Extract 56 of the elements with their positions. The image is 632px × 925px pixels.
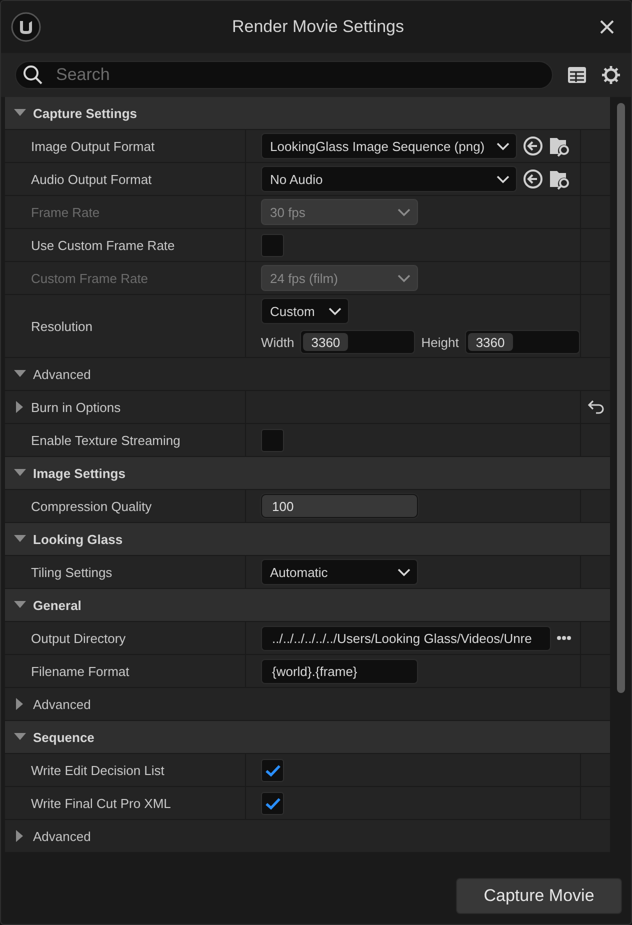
group-label[interactable]: Advanced: [33, 366, 91, 382]
group-label[interactable]: Advanced: [33, 828, 91, 844]
chevron-down-icon: [397, 274, 411, 282]
dropdown[interactable]: Automatic: [261, 559, 418, 585]
chevron-down-icon: [397, 568, 411, 576]
property-label: Burn in Options: [31, 400, 121, 414]
dropdown[interactable]: LookingGlass Image Sequence (png): [261, 133, 517, 159]
property-label: Use Custom Frame Rate: [31, 238, 175, 252]
group-label[interactable]: Advanced: [33, 696, 91, 712]
category-title[interactable]: Sequence: [33, 730, 94, 744]
search-field[interactable]: Search: [15, 61, 553, 89]
folder-search-icon[interactable]: [549, 135, 571, 157]
property-label: Output Directory: [31, 630, 126, 646]
checkbox[interactable]: [261, 792, 284, 814]
logo-icon: [11, 12, 41, 42]
width-label: Width: [261, 334, 294, 350]
category-title[interactable]: Capture Settings: [33, 106, 138, 120]
undo-arrow-icon[interactable]: [588, 400, 604, 414]
property-label: Write Final Cut Pro XML: [31, 796, 171, 810]
checkbox[interactable]: [261, 758, 284, 782]
property-label: Enable Texture Streaming: [31, 432, 180, 448]
scrollbar-thumb[interactable]: [616, 103, 624, 693]
checkmark-icon: [264, 796, 280, 810]
property-label: Frame Rate: [31, 204, 100, 220]
checkmark-icon: [264, 764, 280, 776]
dropdown[interactable]: No Audio: [261, 166, 517, 192]
property-label: Filename Format: [31, 664, 130, 678]
dropdown[interactable]: Custom: [261, 298, 349, 324]
path-field[interactable]: ../../../../../../Users/Looking Glass/Videos/Unre: [261, 626, 551, 650]
property-label: Custom Frame Rate: [31, 270, 148, 286]
category-title[interactable]: Looking Glass: [33, 532, 123, 546]
height-field[interactable]: 3360: [464, 330, 580, 354]
more-icon[interactable]: [556, 635, 572, 641]
window-title: Render Movie Settings: [231, 17, 405, 37]
height-label: Height: [421, 334, 459, 350]
settings-icon[interactable]: [601, 65, 621, 85]
folder-search-icon[interactable]: [549, 168, 571, 190]
category-title[interactable]: Image Settings: [33, 466, 126, 480]
capture-movie-button[interactable]: Capture Movie: [456, 878, 622, 914]
chevron-down-icon: [496, 142, 510, 150]
property-label: Image Output Format: [31, 138, 155, 154]
table-view-icon[interactable]: [567, 66, 587, 84]
property-label: Resolution: [31, 318, 92, 334]
category-title[interactable]: General: [33, 598, 82, 612]
chevron-down-icon: [496, 174, 510, 184]
property-label: Write Edit Decision List: [31, 762, 164, 778]
text-field[interactable]: {world}.{frame}: [261, 658, 418, 684]
property-label: Audio Output Format: [31, 172, 152, 186]
checkbox[interactable]: [261, 234, 284, 256]
checkbox[interactable]: [261, 428, 284, 452]
chevron-down-icon: [397, 208, 411, 216]
property-label: Tiling Settings: [31, 564, 112, 580]
width-field[interactable]: 3360: [300, 330, 416, 354]
property-label: Compression Quality: [31, 498, 152, 514]
chevron-down-icon: [328, 306, 342, 316]
number-field[interactable]: 100: [261, 494, 418, 518]
